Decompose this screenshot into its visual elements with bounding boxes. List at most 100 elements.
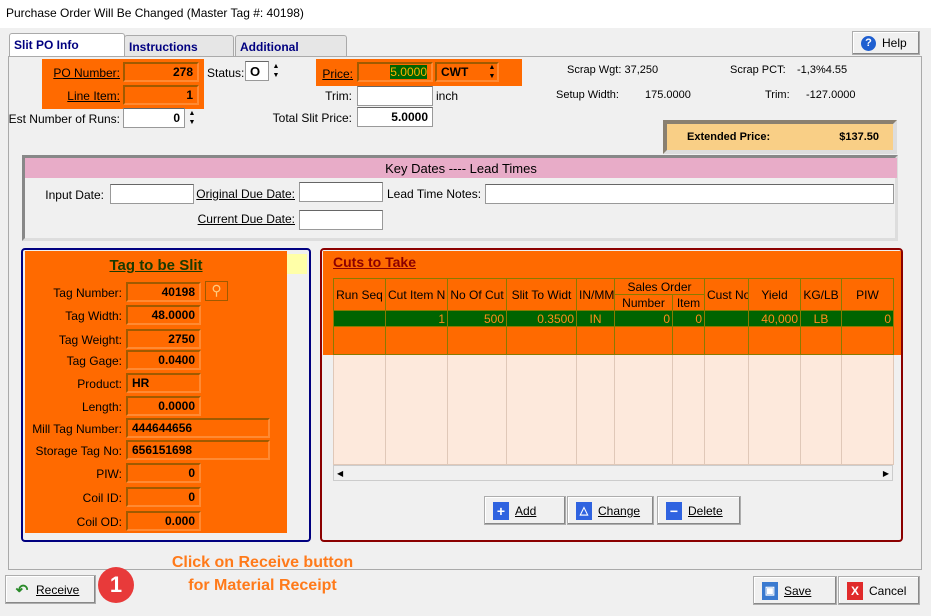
line-item-field[interactable]: 1: [123, 85, 199, 105]
empty-cell: [672, 326, 705, 355]
empty-cell: [333, 326, 386, 355]
cuts-table-wrap: Run Seq Cut Item N No Of Cut Slit To Widt IN…: [333, 278, 894, 465]
scroll-right-icon: ▶: [882, 468, 889, 478]
receive-button[interactable]: ↶ Receive: [5, 575, 96, 604]
status-label: Status:: [207, 66, 245, 80]
triangle-icon: △: [576, 501, 592, 520]
delete-button[interactable]: − Delete: [657, 496, 741, 525]
change-button[interactable]: △ Change: [567, 496, 654, 525]
price-unit-spinner[interactable]: ▲ ▼: [486, 63, 498, 81]
stats-trim-value: -127.0000: [806, 89, 856, 101]
table-row[interactable]: 1 500 0.3500 IN 0 0 40,000 LB 0: [333, 310, 894, 327]
annotation-text: Click on Receive button for Material Rece…: [171, 554, 354, 594]
col-group-sales-order: Sales Order: [614, 278, 705, 295]
empty-cell: [447, 354, 507, 465]
table-cell: 0: [614, 310, 673, 327]
col-header[interactable]: Cut Item N: [385, 278, 448, 311]
window-title: Purchase Order Will Be Changed (Master T…: [0, 0, 931, 28]
current-due-date-field[interactable]: [299, 210, 383, 230]
empty-cell: [506, 326, 577, 355]
col-header[interactable]: Cust No: [704, 278, 749, 311]
original-due-date-field[interactable]: [299, 182, 383, 202]
empty-cell: [748, 326, 801, 355]
input-date-field[interactable]: [110, 184, 194, 204]
col-header[interactable]: KG/LB: [800, 278, 842, 311]
add-button[interactable]: + Add: [484, 496, 566, 525]
empty-cell: [704, 354, 749, 465]
table-cell: 40,000: [748, 310, 801, 327]
original-due-date-label: Original Due Date:: [196, 187, 295, 201]
table-cell: IN: [576, 310, 615, 327]
po-number-field[interactable]: 278: [123, 62, 199, 82]
empty-cell: [614, 354, 673, 465]
tag-field-value[interactable]: 48.0000: [126, 305, 201, 325]
tag-field-value[interactable]: 0.000: [126, 511, 201, 531]
col-header[interactable]: Run Seq: [333, 278, 386, 311]
table-cell: [704, 310, 749, 327]
input-date-label: Input Date:: [45, 188, 104, 202]
col-header[interactable]: Number: [614, 294, 673, 311]
plus-icon: +: [493, 501, 509, 520]
price-value: 5.0000: [390, 65, 427, 79]
tag-field-value[interactable]: 2750: [126, 329, 201, 349]
trim-field[interactable]: [357, 86, 433, 106]
table-cell: 0: [672, 310, 705, 327]
cuts-title: Cuts to Take: [333, 254, 416, 270]
tag-field-value[interactable]: 40198: [126, 282, 201, 302]
tab-additional-charges[interactable]: Additional Charges: [235, 35, 347, 68]
scrap-pct-label: Scrap PCT:: [730, 64, 786, 76]
yellow-strip: [287, 254, 307, 274]
save-button[interactable]: ▣ Save: [753, 576, 837, 605]
price-field[interactable]: 5.0000: [357, 62, 433, 82]
step-badge: 1: [98, 567, 134, 603]
empty-cell: [506, 354, 577, 465]
col-header[interactable]: Yield: [748, 278, 801, 311]
status-spinner[interactable]: ▲ ▼: [270, 62, 282, 80]
lead-time-notes-field[interactable]: [485, 184, 894, 204]
table-cell: 0.3500: [506, 310, 577, 327]
col-header[interactable]: Slit To Widt: [506, 278, 577, 311]
col-header[interactable]: Item: [672, 294, 705, 311]
empty-cell: [841, 354, 894, 465]
key-dates-header: Key Dates ---- Lead Times: [25, 158, 897, 178]
empty-cell: [447, 326, 507, 355]
tag-field-value[interactable]: 0: [126, 487, 201, 507]
cancel-button[interactable]: X Cancel: [838, 576, 920, 605]
trim-label: Trim:: [325, 89, 352, 103]
help-button[interactable]: ? Help: [852, 31, 920, 55]
close-icon: X: [847, 581, 863, 600]
col-header[interactable]: No Of Cut: [447, 278, 507, 311]
help-icon: ?: [861, 35, 876, 51]
tag-field-value[interactable]: 0.0400: [126, 350, 201, 370]
setup-width-value: 175.0000: [645, 89, 691, 101]
empty-cell: [576, 326, 615, 355]
tag-lookup-icon[interactable]: ⚲: [205, 281, 228, 301]
receive-arrow-icon: ↶: [15, 581, 29, 599]
status-field[interactable]: O: [245, 61, 269, 81]
empty-cell: [333, 354, 386, 465]
horizontal-scrollbar[interactable]: ◀ ▶: [333, 465, 893, 481]
runs-field[interactable]: 0: [123, 108, 185, 128]
empty-cell: [748, 354, 801, 465]
tag-field-value[interactable]: 0: [126, 463, 201, 483]
tag-title: Tag to be Slit: [109, 257, 203, 274]
empty-cell: [841, 326, 894, 355]
empty-cell: [385, 326, 448, 355]
col-header[interactable]: IN/MM: [576, 278, 615, 311]
table-cell: 1: [385, 310, 448, 327]
empty-cell: [800, 354, 842, 465]
col-header[interactable]: PIW: [841, 278, 894, 311]
runs-spinner[interactable]: ▲ ▼: [186, 109, 198, 127]
tab-slit-po-info[interactable]: Slit PO Info: [9, 33, 125, 57]
tag-field-label: Product:: [77, 377, 122, 391]
price-label: Price:: [322, 67, 353, 81]
tag-field-value[interactable]: 444644656: [126, 418, 270, 438]
scrap-pct-value: -1,3%4.55: [797, 64, 848, 76]
empty-cell: [576, 354, 615, 465]
tag-field-value[interactable]: 0.0000: [126, 396, 201, 416]
empty-cell: [704, 326, 749, 355]
tag-field-value[interactable]: 656151698: [126, 440, 270, 460]
tag-field-label: PIW:: [96, 467, 122, 481]
tag-field-value[interactable]: HR: [126, 373, 201, 393]
tab-instructions[interactable]: Instructions: [124, 35, 234, 56]
